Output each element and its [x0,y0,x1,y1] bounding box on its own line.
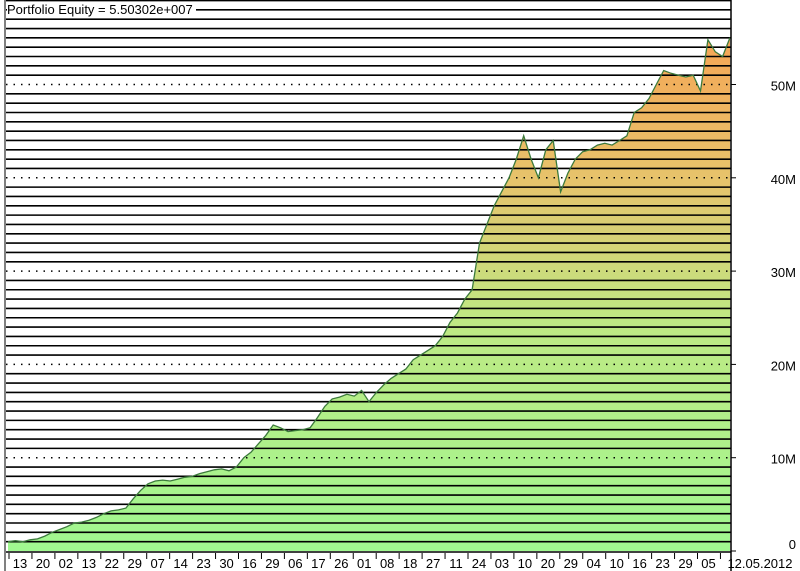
x-tick-label: 17 [311,556,325,571]
x-tick-label: 10 [609,556,623,571]
x-tick-label: 06 [288,556,302,571]
x-tick-label: 07 [150,556,164,571]
x-tick-label: 24 [472,556,486,571]
chart-title: Portfolio Equity = 5.50302e+007 [7,2,196,17]
x-tick-label: 20 [36,556,50,571]
x-tick-label: 10 [518,556,532,571]
x-tick-label: 18 [403,556,417,571]
x-tick-label: 11 [449,556,463,571]
x-tick-label: 29 [678,556,692,571]
y-tick-label: 40M [771,172,796,187]
x-tick-label: 12.05.2012 [727,556,792,571]
y-tick-label: 10M [771,452,796,467]
x-tick-label: 13 [82,556,96,571]
x-tick-label: 13 [13,556,27,571]
y-tick-label: 0 [789,537,796,552]
equity-area [8,37,730,552]
x-tick-label: 29 [265,556,279,571]
x-tick-label: 23 [655,556,669,571]
x-tick-label: 01 [357,556,371,571]
x-tick-label: 26 [334,556,348,571]
x-tick-label: 29 [128,556,142,571]
x-tick-label: 16 [242,556,256,571]
x-tick-label: 03 [495,556,509,571]
x-tick-label: 29 [564,556,578,571]
x-tick-label: 04 [587,556,601,571]
x-tick-label: 20 [541,556,555,571]
x-tick-label: 16 [632,556,646,571]
x-tick-label: 05 [701,556,715,571]
x-tick-label: 08 [380,556,394,571]
x-tick-label: 23 [196,556,210,571]
x-tick-label: 27 [426,556,440,571]
y-tick-label: 20M [771,358,796,373]
y-tick-label: 50M [771,79,796,94]
x-tick-label: 14 [173,556,187,571]
y-tick-label: 30M [771,265,796,280]
x-tick-label: 22 [105,556,119,571]
x-tick-label: 30 [219,556,233,571]
equity-chart: 0 10M 20M 30M 40M 50M 13 20 02 13 22 29 07 14 23 30 16 29… [4,0,796,571]
x-tick-label: 02 [59,556,73,571]
